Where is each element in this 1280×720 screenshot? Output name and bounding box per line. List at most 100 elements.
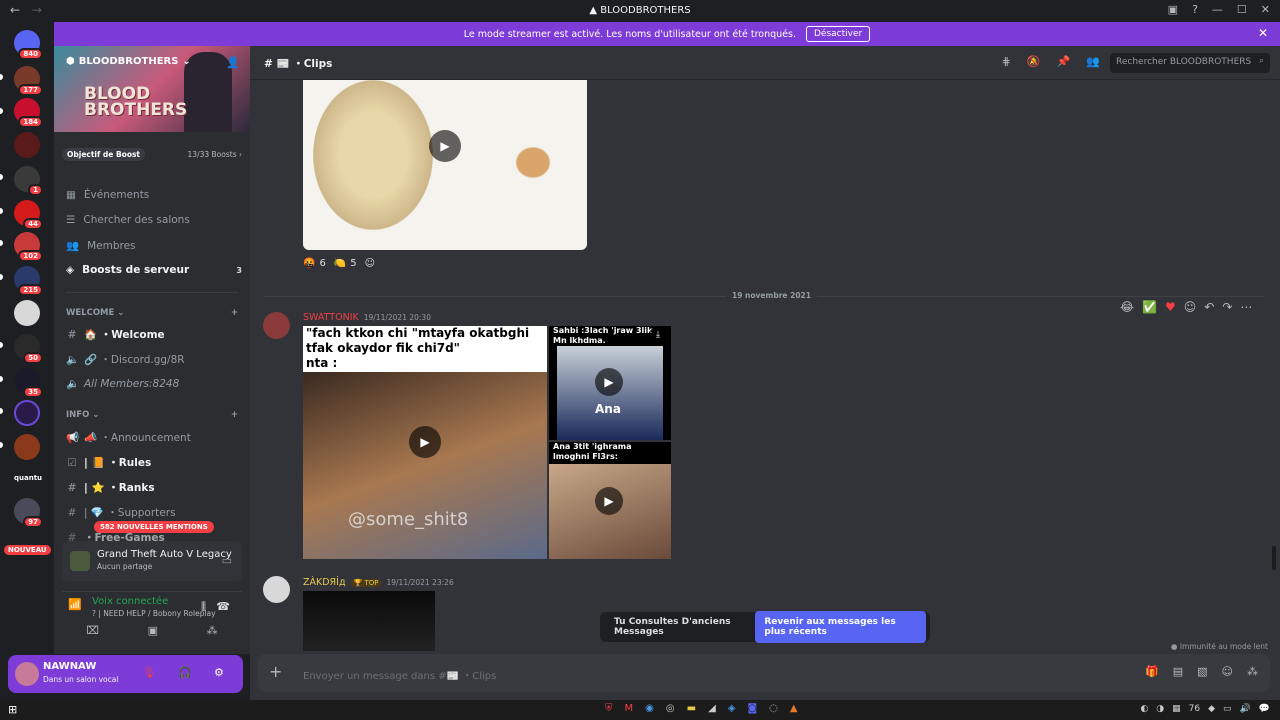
video-attachment[interactable]: Ana 3tit 'ighrama lmoghni Fl3rs: ▶ (549, 442, 671, 559)
video-off-icon[interactable]: ⌧ (86, 624, 99, 646)
channel-discord-link[interactable]: 🔈 🔗 ・Discord.gg/8R (66, 352, 242, 367)
add-reaction-icon[interactable]: ☺ (1184, 300, 1197, 314)
app-icon[interactable]: ▲ (790, 703, 798, 714)
server-icon[interactable] (14, 400, 40, 426)
server-icon[interactable]: 50 (14, 334, 43, 364)
mic-muted-icon[interactable]: 🎙 (142, 666, 156, 679)
server-icon[interactable]: 44 (14, 200, 43, 230)
boost-goal[interactable]: Objectif de Boost 13/33 Boosts › (62, 146, 242, 163)
add-channel-icon[interactable]: + (231, 308, 238, 318)
chrome-icon[interactable]: ◉ (645, 703, 654, 714)
direct-messages-icon[interactable]: 840 (14, 30, 43, 60)
play-icon[interactable]: ▶ (595, 368, 623, 396)
network-icon[interactable]: ▭ (1223, 704, 1232, 714)
scrollbar[interactable] (1272, 546, 1276, 570)
channel-all-members[interactable]: 🔈 All Members:8248 (66, 377, 242, 391)
inbox-icon[interactable]: ▣ (1168, 3, 1178, 16)
server-icon[interactable] (14, 434, 40, 460)
windows-start-icon[interactable]: ⊞ (8, 703, 17, 716)
add-channel-icon[interactable]: + (231, 410, 238, 420)
menu-members[interactable]: 👥 Membres (66, 239, 242, 253)
voice-channel[interactable]: ? | NEED HELP / Bobony Roleplay (92, 609, 216, 618)
shield-icon[interactable]: ⛨ (605, 703, 613, 714)
discord-icon[interactable]: ◙ (747, 703, 757, 714)
invite-icon[interactable]: 👤 (226, 56, 240, 69)
message-author[interactable]: SWATTONIK (303, 312, 359, 323)
gift-icon[interactable]: 🎁 (1145, 665, 1159, 678)
emoji-icon[interactable]: ☺ (1222, 665, 1233, 678)
help-icon[interactable]: ? (1192, 3, 1198, 16)
category-info[interactable]: INFO ⌄ + (66, 410, 238, 420)
app-icon[interactable]: ◎ (666, 703, 675, 714)
emoji-check-icon[interactable]: ✅ (1142, 300, 1157, 314)
play-icon[interactable]: ▶ (409, 426, 441, 458)
signal-icon[interactable]: 📶 (68, 598, 82, 611)
screen-share-icon[interactable]: ▣ (148, 624, 158, 646)
noise-suppression-icon[interactable]: ⫼ (201, 600, 206, 614)
server-label[interactable]: quantu (14, 474, 42, 482)
add-reaction-icon[interactable]: ☺ (365, 258, 375, 269)
reaction[interactable]: 🤬 6 (303, 258, 326, 269)
message-author[interactable]: ZÀKDЯİд (303, 577, 346, 588)
apps-icon[interactable]: ⁂ (1247, 665, 1258, 678)
server-banner[interactable]: ⬢ BLOODBROTHERS ⌄ 👤 BLOOD BROTHERS (54, 46, 250, 132)
channel-rules[interactable]: ☑ | 📙 ・Rules (66, 455, 242, 470)
search-input[interactable]: Rechercher BLOODBROTHERS ⌕ (1110, 53, 1270, 73)
play-icon[interactable]: ▶ (595, 487, 623, 515)
folder-icon[interactable]: ▬ (687, 703, 696, 714)
app-icon[interactable]: ◌ (769, 703, 778, 714)
gif-icon[interactable]: ▤ (1173, 665, 1183, 678)
threads-icon[interactable]: ⋕ (1002, 55, 1011, 68)
download-icon[interactable]: ⤓ (649, 330, 667, 344)
username[interactable]: NAWNAW (43, 661, 96, 672)
reply-icon[interactable]: ↶ (1204, 300, 1214, 314)
server-icon[interactable]: 102 (14, 232, 43, 262)
notifications-icon[interactable]: 💬 (1259, 704, 1270, 714)
screenshare-icon[interactable]: ▭ (222, 554, 232, 567)
activity-panel[interactable]: Grand Theft Auto V Legacy Aucun partage … (62, 541, 242, 581)
minimize-icon[interactable]: — (1212, 3, 1223, 16)
forward-icon[interactable]: ↷ (1222, 300, 1232, 314)
server-icon[interactable]: 35 (14, 368, 43, 398)
reaction[interactable]: 🍋 5 (334, 258, 357, 269)
menu-browse-channels[interactable]: ☰ Chercher des salons (66, 214, 242, 226)
server-icon[interactable] (14, 300, 40, 326)
close-window-icon[interactable]: ✕ (1261, 3, 1270, 16)
emoji-heart-icon[interactable]: ♥ (1165, 300, 1176, 314)
menu-events[interactable]: ▦ Événements (66, 189, 242, 201)
video-attachment[interactable] (303, 591, 435, 651)
video-attachment[interactable]: Sahbi :3lach 'jraw 3lik Mn lkhdma. Ana ⤓… (549, 326, 671, 440)
member-list-icon[interactable]: 👥 (1086, 55, 1100, 68)
app-icon[interactable]: ◢ (708, 703, 716, 714)
play-icon[interactable]: ▶ (429, 130, 461, 162)
server-icon[interactable] (14, 132, 40, 158)
avatar[interactable] (15, 662, 39, 686)
steam-icon[interactable]: ◈ (728, 703, 736, 714)
server-icon[interactable]: 215 (14, 266, 43, 296)
server-icon[interactable]: 177 (14, 66, 43, 96)
tray-icon[interactable]: ◆ (1208, 704, 1215, 714)
avatar[interactable] (263, 312, 290, 339)
channel-ranks[interactable]: # | ⭐ ・Ranks (66, 480, 242, 495)
disconnect-icon[interactable]: ☎ (216, 600, 230, 613)
menu-server-boosts[interactable]: ◈ Boosts de serveur 3 (66, 264, 242, 276)
voice-status[interactable]: Voix connectée (92, 596, 168, 607)
channel-announcement[interactable]: 📢 📣 ・Announcement (66, 430, 242, 445)
server-icon[interactable]: 97 (14, 498, 43, 528)
pin-icon[interactable]: 📌 (1057, 55, 1071, 68)
settings-gear-icon[interactable]: ⚙ (214, 666, 224, 679)
app-icon[interactable]: M (625, 703, 634, 714)
tray-icon[interactable]: ▦ (1172, 704, 1181, 714)
headphones-icon[interactable]: 🎧 (178, 666, 192, 679)
category-welcome[interactable]: WELCOME ⌄ + (66, 308, 238, 318)
server-icon[interactable]: 1 (14, 166, 43, 196)
maximize-icon[interactable]: ☐ (1237, 3, 1247, 16)
new-mentions-badge[interactable]: 582 NOUVELLES MENTIONS (94, 521, 214, 533)
server-name-dropdown[interactable]: ⬢ BLOODBROTHERS ⌄ (66, 56, 191, 67)
video-attachment[interactable]: "fach ktkon chi "mtayfa okatbghi tfak ok… (303, 326, 547, 559)
channel-supporters[interactable]: # | 💎 ・Supporters (66, 505, 242, 520)
volume-icon[interactable]: 🔊 (1240, 704, 1251, 714)
tray-icon[interactable]: ◑ (1156, 704, 1164, 714)
sticker-icon[interactable]: ▧ (1197, 665, 1207, 678)
channel-welcome[interactable]: # 🏠 ・Welcome (66, 327, 242, 342)
